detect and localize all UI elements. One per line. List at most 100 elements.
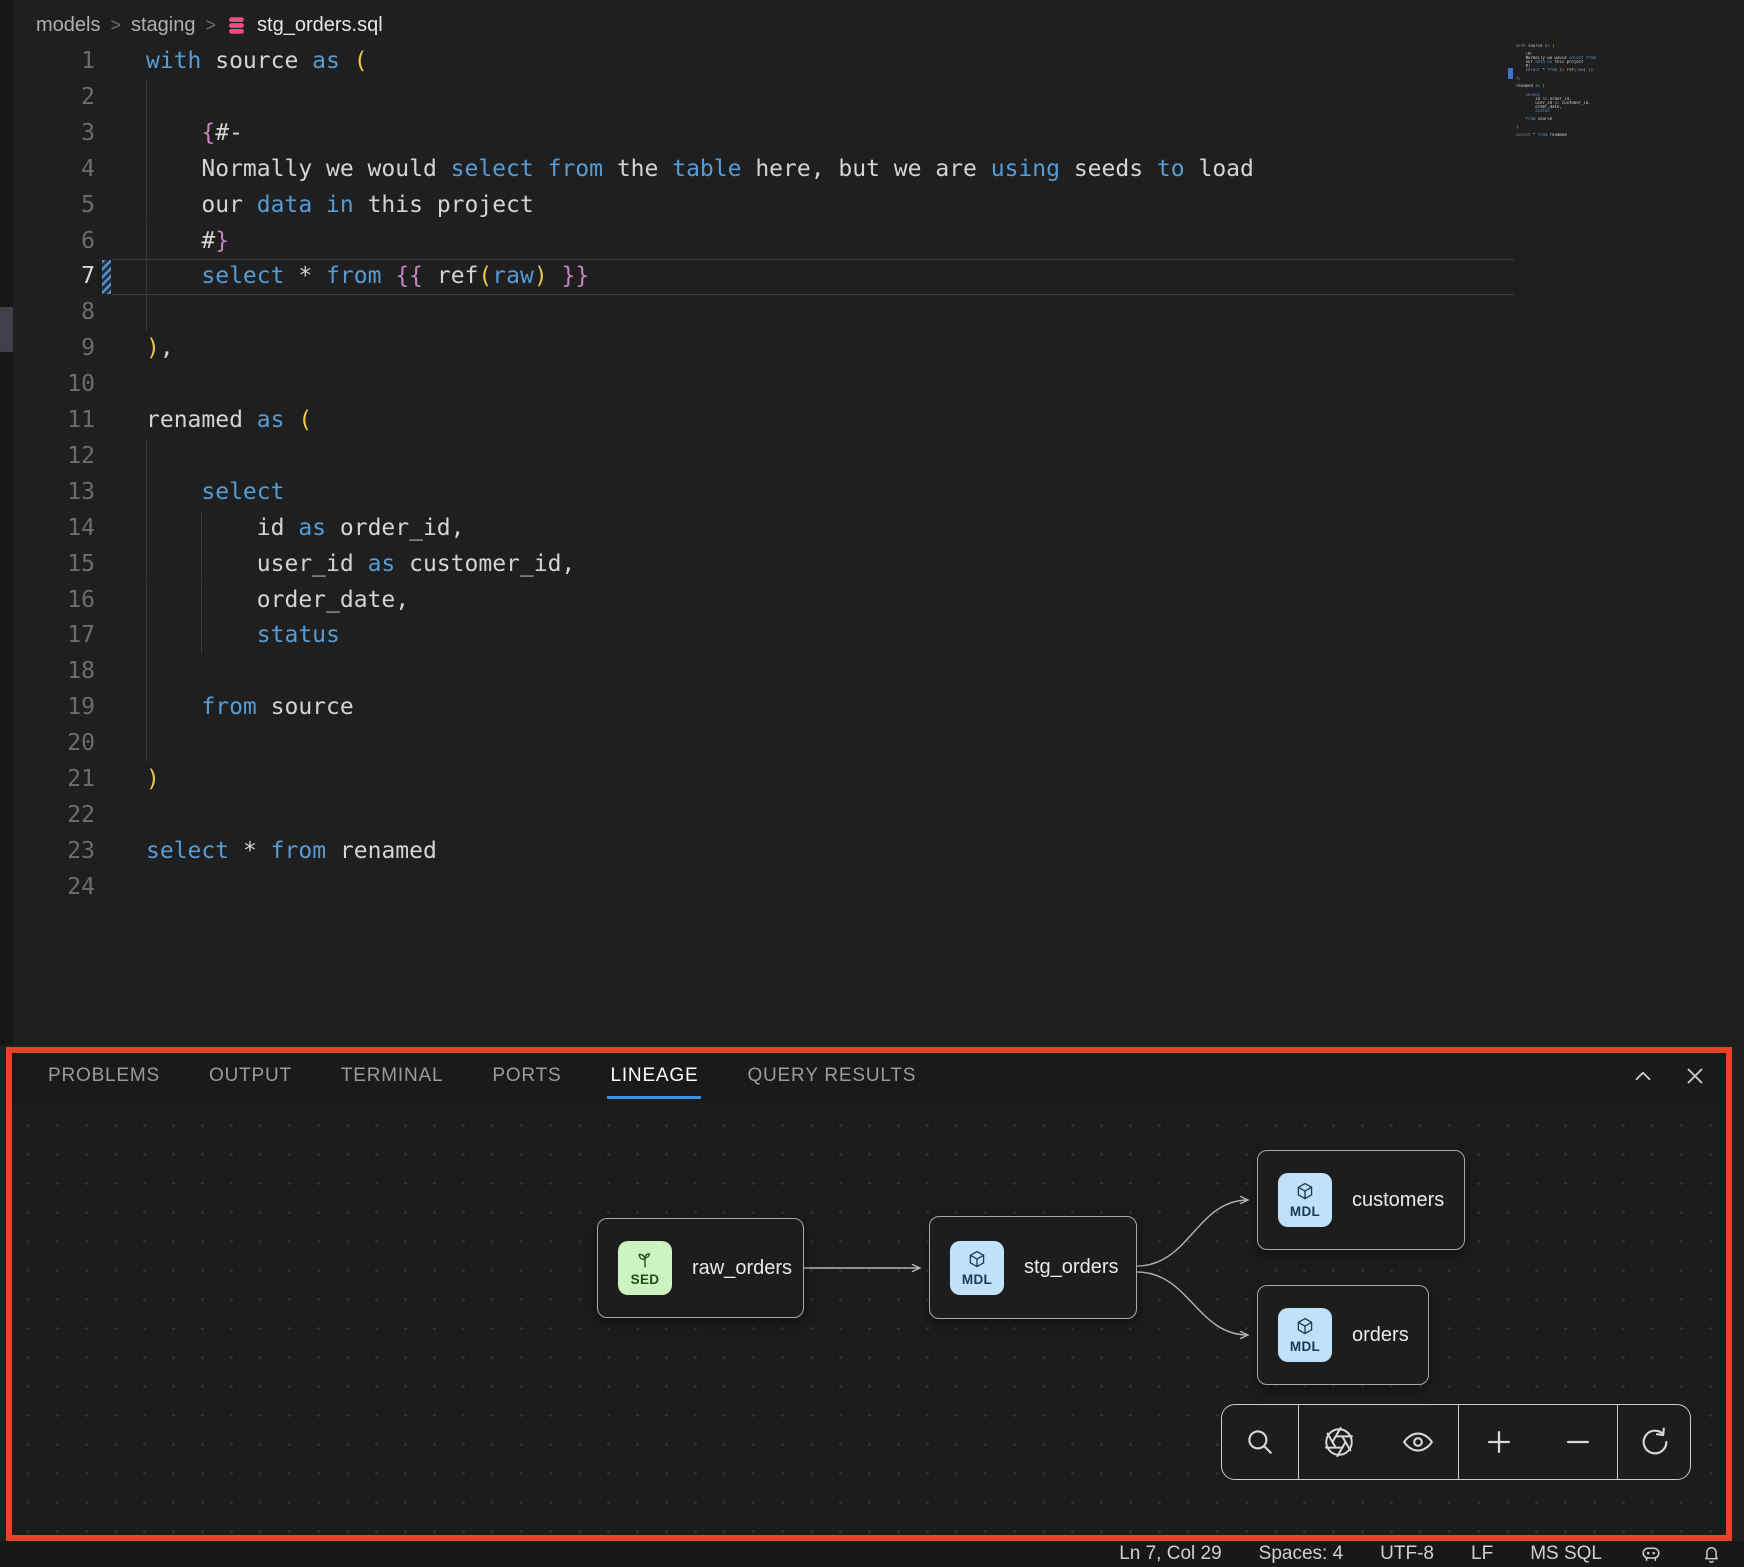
minimap-token: (	[1543, 84, 1545, 88]
code-line[interactable]: 24	[13, 870, 1744, 906]
code-token: source	[257, 694, 354, 720]
refresh-icon	[1638, 1425, 1672, 1459]
edge-stg_orders-to-customers	[1137, 1200, 1248, 1266]
badge-label: MDL	[1290, 1204, 1320, 1219]
code-token	[257, 838, 271, 864]
code-line[interactable]: 15 user_id as customer_id,	[13, 547, 1744, 583]
code-token: using	[991, 156, 1060, 182]
code-line[interactable]: 9),	[13, 331, 1744, 367]
lineage-node-stg_orders[interactable]: MDLstg_orders	[929, 1216, 1137, 1319]
minimap-token: renamed	[1547, 133, 1566, 137]
minimap-token: from	[1526, 117, 1536, 121]
panel-tab-bar: PROBLEMS OUTPUT TERMINAL PORTS LINEAGE QUERY …	[6, 1047, 1732, 1105]
code-line[interactable]: 22	[13, 798, 1744, 834]
code-token	[548, 263, 562, 289]
toolbar-group	[1618, 1405, 1691, 1479]
code-line[interactable]: 11renamed as (	[13, 403, 1744, 439]
line-number: 18	[30, 654, 95, 690]
code-line[interactable]: 7 select * from {{ ref(raw) }}	[13, 259, 1744, 295]
code-line[interactable]: 20	[13, 726, 1744, 762]
code-line[interactable]: 16 order_date,	[13, 583, 1744, 619]
code-token	[312, 192, 326, 218]
code-token	[312, 263, 326, 289]
code-line[interactable]: 12	[13, 439, 1744, 475]
tab-lineage[interactable]: LINEAGE	[610, 1047, 698, 1105]
code-token: the	[603, 156, 672, 182]
code-line[interactable]: 14 id as order_id,	[13, 511, 1744, 547]
code-token: customer_id,	[395, 551, 575, 577]
code-token: from	[326, 263, 381, 289]
code-line[interactable]: 4 Normally we would select from the tabl…	[13, 152, 1744, 188]
tab-query-results[interactable]: QUERY RESULTS	[747, 1047, 916, 1105]
code-token: from	[548, 156, 603, 182]
zoom-out-button[interactable]	[1561, 1425, 1595, 1459]
code-line[interactable]: 23select * from renamed	[13, 834, 1744, 870]
code-line[interactable]: 8	[13, 295, 1744, 331]
lineage-node-customers[interactable]: MDLcustomers	[1257, 1150, 1465, 1250]
minimap-token: )	[1516, 125, 1518, 129]
code-text: our data in this project	[146, 188, 534, 224]
minimap[interactable]: with source as ( {#- Normally we would s…	[1516, 44, 1596, 141]
tab-ports[interactable]: PORTS	[492, 1047, 561, 1105]
status-item-utf-8[interactable]: UTF-8	[1380, 1543, 1434, 1565]
code-token: {	[201, 120, 215, 146]
code-token: as	[257, 407, 285, 433]
code-line[interactable]: 2	[13, 80, 1744, 116]
search-button[interactable]	[1243, 1425, 1277, 1459]
code-line[interactable]: 3 {#-	[13, 116, 1744, 152]
sprout-icon	[634, 1249, 656, 1271]
lineage-node-raw_orders[interactable]: SEDraw_orders	[597, 1218, 804, 1318]
node-label: raw_orders	[692, 1257, 792, 1280]
code-text: select * from renamed	[146, 834, 437, 870]
code-line[interactable]: 19 from source	[13, 690, 1744, 726]
code-line[interactable]: 13 select	[13, 475, 1744, 511]
close-panel-button[interactable]	[1682, 1063, 1708, 1089]
code-line[interactable]: 17 status	[13, 618, 1744, 654]
code-token: select	[201, 479, 284, 505]
edge-stg_orders-to-orders	[1137, 1272, 1248, 1335]
status-item-ms-sql[interactable]: MS SQL	[1530, 1543, 1602, 1565]
minimap-token: raw	[1576, 68, 1583, 72]
code-token	[284, 407, 298, 433]
lineage-node-orders[interactable]: MDLorders	[1257, 1285, 1429, 1385]
bell-icon[interactable]	[1700, 1542, 1724, 1566]
code-line[interactable]: 1with source as (	[13, 44, 1744, 80]
tab-problems[interactable]: PROBLEMS	[48, 1047, 160, 1105]
minimap-token: ,	[1518, 76, 1520, 80]
aperture-button[interactable]	[1322, 1425, 1356, 1459]
eye-button[interactable]	[1401, 1425, 1435, 1459]
maximize-panel-button[interactable]	[1630, 1063, 1656, 1089]
indent-guide	[146, 439, 147, 475]
lineage-graph[interactable]: SEDraw_ordersMDLstg_ordersMDLcustomersMD…	[6, 1105, 1732, 1541]
refresh-button[interactable]	[1638, 1425, 1672, 1459]
code-line[interactable]: 10	[13, 367, 1744, 403]
code-text: order_date,	[146, 583, 409, 619]
code-line[interactable]: 21)	[13, 762, 1744, 798]
code-text: {#-	[146, 116, 243, 152]
code-token: renamed	[146, 407, 257, 433]
status-item-lf[interactable]: LF	[1471, 1543, 1493, 1565]
code-token: )	[534, 263, 548, 289]
code-line[interactable]: 6 #}	[13, 224, 1744, 260]
zoom-in-button[interactable]	[1482, 1425, 1516, 1459]
line-number: 2	[30, 80, 95, 116]
minimap-token: source	[1535, 117, 1552, 121]
code-token: ref	[423, 263, 478, 289]
code-token: order_date,	[146, 587, 409, 613]
code-editor[interactable]: 1with source as (23 {#-4 Normally we wou…	[13, 30, 1744, 1045]
code-line[interactable]: 18	[13, 654, 1744, 690]
line-number: 8	[30, 295, 95, 331]
left-gutter-thumb[interactable]	[0, 307, 13, 352]
status-item-ln-7-col-29[interactable]: Ln 7, Col 29	[1119, 1543, 1221, 1565]
tab-output[interactable]: OUTPUT	[209, 1047, 292, 1105]
badge-label: MDL	[962, 1272, 992, 1287]
line-number: 16	[30, 583, 95, 619]
copilot-icon[interactable]	[1639, 1542, 1663, 1566]
line-number: 5	[30, 188, 95, 224]
status-item-spaces-4[interactable]: Spaces: 4	[1259, 1543, 1344, 1565]
code-text: with source as (	[146, 44, 368, 80]
code-line[interactable]: 5 our data in this project	[13, 188, 1744, 224]
minimap-token: from	[1547, 68, 1557, 72]
line-number: 11	[30, 403, 95, 439]
tab-terminal[interactable]: TERMINAL	[341, 1047, 443, 1105]
